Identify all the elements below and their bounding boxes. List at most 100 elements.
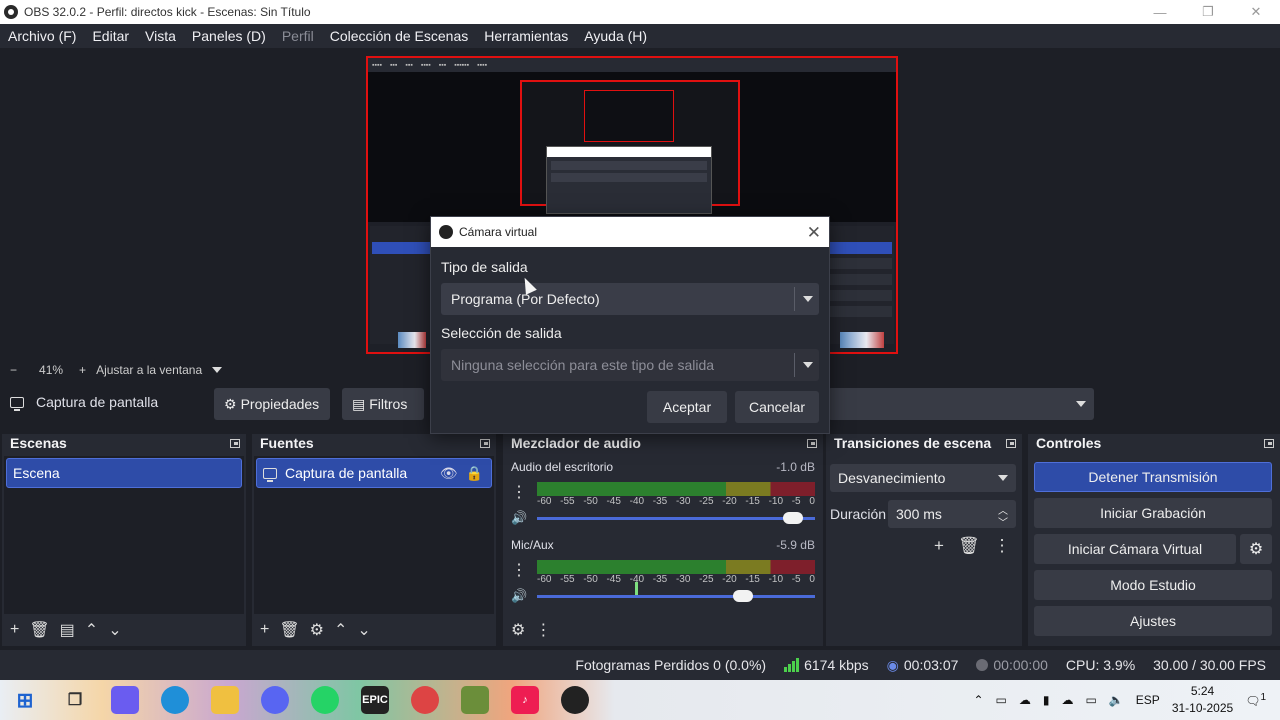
discord-icon[interactable] [261, 686, 289, 714]
notification-icon[interactable]: 🗨1 [1245, 692, 1266, 708]
menu-archivo[interactable]: Archivo (F) [0, 28, 84, 44]
undock-icon[interactable] [1006, 438, 1016, 448]
trash-icon[interactable]: 🗑 [29, 620, 49, 640]
source-item[interactable]: Captura de pantalla 👁 🔒 [256, 458, 492, 488]
record-dot-icon [976, 659, 989, 671]
menu-ayuda[interactable]: Ayuda (H) [576, 28, 655, 44]
monitor-icon [10, 396, 24, 411]
language-indicator[interactable]: ESP [1136, 693, 1160, 707]
zoom-fit-label[interactable]: Ajustar a la ventana [96, 363, 202, 377]
add-icon[interactable]: + [10, 621, 19, 639]
speaker-icon[interactable]: 🔊 [511, 510, 527, 526]
dialog-title: Cámara virtual [459, 225, 538, 239]
settings-button[interactable]: Ajustes [1034, 606, 1272, 636]
volume-slider[interactable] [537, 590, 815, 602]
maximize-button[interactable]: ❐ [1184, 0, 1232, 24]
add-icon[interactable]: + [260, 621, 269, 639]
obs-taskbar-icon[interactable] [561, 686, 589, 714]
duration-spinbox[interactable]: 300 ms ︿ ﹀ [888, 500, 1016, 529]
close-button[interactable]: ✕ [1232, 0, 1280, 24]
tiktok-icon[interactable]: ♪ [511, 686, 539, 714]
volume-slider[interactable] [537, 512, 815, 524]
clock[interactable]: 5:24 31-10-2025 [1172, 683, 1233, 717]
undock-icon[interactable] [230, 438, 240, 448]
gear-icon[interactable]: ⚙ [310, 620, 324, 640]
menu-coleccion-escenas[interactable]: Colección de Escenas [322, 28, 477, 44]
windows-start-icon[interactable]: ⊞ [11, 686, 39, 714]
stream-time: ◉ 00:03:07 [887, 657, 959, 674]
close-icon[interactable]: ✕ [807, 223, 821, 243]
mixer-dock: Mezclador de audio Audio del escritorio … [503, 434, 823, 646]
lock-icon[interactable]: 🔒 [466, 465, 483, 482]
more-icon[interactable]: ⋮ [535, 620, 551, 640]
chevron-up-icon[interactable]: ⌃ [334, 620, 347, 640]
add-icon[interactable]: + [934, 536, 944, 556]
menu-editar[interactable]: Editar [84, 28, 137, 44]
transition-select[interactable]: Desvanecimiento [830, 464, 1016, 492]
filter-icon[interactable]: ▤ [60, 620, 75, 640]
start-recording-button[interactable]: Iniciar Grabación [1034, 498, 1272, 528]
network-icon[interactable]: ▭ [1086, 693, 1097, 707]
menu-vista[interactable]: Vista [137, 28, 184, 44]
chevron-down-icon[interactable]: ⌄ [357, 620, 370, 640]
chevron-down-icon[interactable]: ⌄ [108, 620, 121, 640]
properties-button[interactable]: ⚙ Propiedades [214, 388, 330, 420]
source-toolbar-combo[interactable] [828, 388, 1094, 420]
cloud-icon[interactable]: ☁ [1062, 693, 1074, 707]
stop-stream-button[interactable]: Detener Transmisión [1034, 462, 1272, 492]
whatsapp-icon[interactable] [311, 686, 339, 714]
system-tray: ⌃ ▭ ☁ ▮ ☁ ▭ 🔈 ESP 5:24 31-10-2025 🗨1 [973, 680, 1280, 720]
output-selection-label: Selección de salida [441, 325, 562, 341]
monitor-icon [263, 467, 277, 482]
chevron-down-icon[interactable] [212, 367, 223, 373]
start-virtual-cam-button[interactable]: Iniciar Cámara Virtual [1034, 534, 1236, 564]
copilot-icon[interactable] [111, 686, 139, 714]
minecraft-icon[interactable] [461, 686, 489, 714]
zoom-in-button[interactable]: + [79, 363, 86, 377]
studio-mode-button[interactable]: Modo Estudio [1034, 570, 1272, 600]
properties-label: Propiedades [240, 396, 320, 412]
chevron-up-icon[interactable]: ⌃ [85, 620, 98, 640]
chrome-icon[interactable] [411, 686, 439, 714]
sources-list: Captura de pantalla 👁 🔒 [254, 456, 494, 614]
trash-icon[interactable]: 🗑 [279, 620, 299, 640]
virtual-cam-settings-button[interactable]: ⚙ [1240, 534, 1272, 564]
undock-icon[interactable] [480, 438, 490, 448]
display-icon[interactable]: ▭ [996, 693, 1007, 707]
cloud-icon[interactable]: ☁ [1019, 693, 1031, 707]
speaker-icon[interactable]: 🔈 [1109, 693, 1124, 707]
more-icon[interactable]: ⋮ [511, 560, 527, 580]
menu-paneles[interactable]: Paneles (D) [184, 28, 274, 44]
spin-down-icon[interactable]: ﹀ [998, 514, 1008, 529]
filters-button[interactable]: ▤ Filtros [342, 388, 424, 420]
undock-icon[interactable] [807, 438, 817, 448]
accept-button[interactable]: Aceptar [647, 391, 727, 423]
menu-herramientas[interactable]: Herramientas [476, 28, 576, 44]
more-icon[interactable]: ⋮ [511, 482, 527, 502]
speaker-icon[interactable]: 🔊 [511, 588, 527, 604]
more-icon[interactable]: ⋮ [994, 536, 1011, 556]
scene-item[interactable]: Escena [6, 458, 242, 488]
cancel-button[interactable]: Cancelar [735, 391, 819, 423]
zoom-value: 41% [39, 363, 64, 377]
epic-games-icon[interactable]: EPIC [361, 686, 389, 714]
eye-icon[interactable]: 👁 [440, 465, 458, 482]
volume-meter: -60 -55 -50 -45 -40 -35 -30 -25 -20 -15 -10 -5 0 [537, 560, 815, 596]
task-view-icon[interactable]: ❐ [61, 686, 89, 714]
output-type-select[interactable]: Programa (Por Defecto) [441, 283, 819, 315]
output-selection-select[interactable]: Ninguna selección para este tipo de sali… [441, 349, 819, 381]
window-title: OBS 32.0.2 - Perfil: directos kick - Esc… [24, 5, 311, 19]
edge-icon[interactable] [161, 686, 189, 714]
file-explorer-icon[interactable] [211, 686, 239, 714]
chevron-up-icon[interactable]: ⌃ [973, 693, 983, 707]
advanced-audio-icon[interactable]: ⚙ [511, 620, 525, 640]
microphone-icon[interactable]: ▮ [1043, 693, 1050, 707]
volume-slider-knob[interactable] [732, 590, 753, 602]
mixer-footer: ⚙ ⋮ [503, 618, 823, 642]
trash-icon[interactable]: 🗑 [958, 536, 980, 556]
undock-icon[interactable] [1264, 438, 1274, 448]
zoom-out-button[interactable]: − [10, 363, 17, 377]
minimize-button[interactable]: — [1136, 0, 1184, 24]
virtual-camera-dialog: Cámara virtual ✕ Tipo de salida Programa… [430, 216, 830, 434]
volume-slider-knob[interactable] [782, 512, 803, 524]
